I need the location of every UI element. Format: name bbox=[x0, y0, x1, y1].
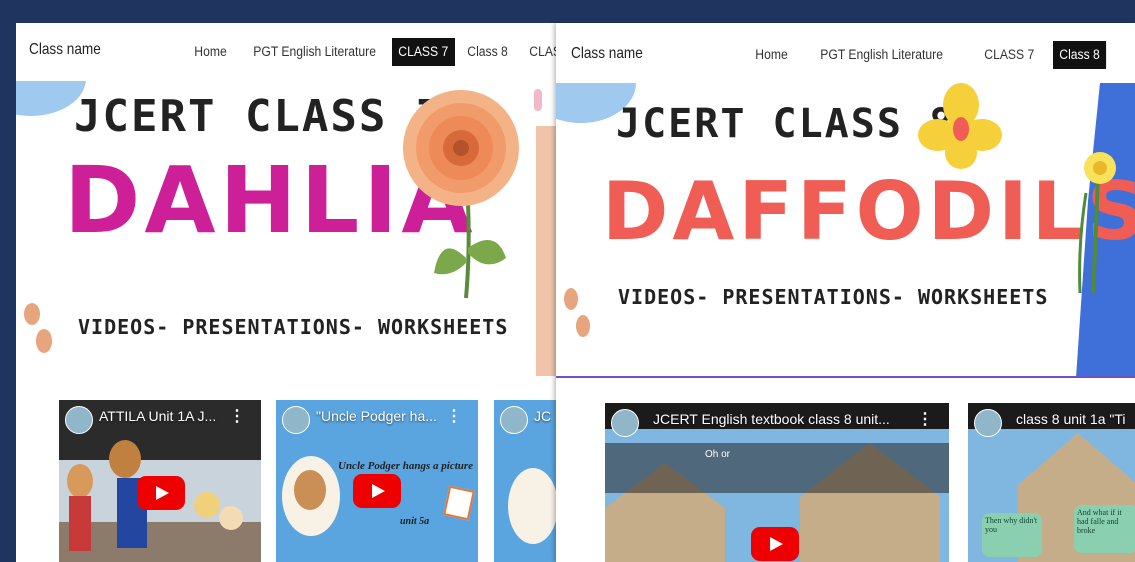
nav-pgt-english-literature[interactable]: PGT English Literature bbox=[247, 38, 382, 66]
daffodil-bunch-icon bbox=[1078, 152, 1116, 293]
tree-trunk-decoration bbox=[536, 126, 556, 376]
dahlia-flower-icon bbox=[403, 90, 519, 299]
video-title[interactable]: JCERT English textbook class 8 unit... bbox=[653, 411, 890, 427]
play-button-icon[interactable] bbox=[353, 474, 401, 508]
right-page-screenshot: Class name Home PGT English Literature C… bbox=[556, 23, 1135, 562]
video-title[interactable]: JC bbox=[534, 408, 551, 424]
channel-avatar[interactable] bbox=[500, 406, 528, 434]
banner-image[interactable]: JCERT CLASS 8 DAFFODILS VIDEOS- PRESENTA… bbox=[556, 83, 1135, 378]
paw-print-decoration bbox=[564, 288, 578, 310]
video-card[interactable]: Oh or JCERT English textbook class 8 uni… bbox=[605, 403, 949, 562]
nav-home[interactable]: Home bbox=[749, 41, 794, 69]
play-button-icon[interactable] bbox=[137, 476, 185, 510]
more-options-icon[interactable]: ⋮ bbox=[229, 406, 245, 426]
video-overlay bbox=[605, 443, 949, 493]
speech-bubble: Then why didn't you bbox=[982, 513, 1042, 557]
video-card[interactable]: JC bbox=[494, 400, 556, 562]
cartoon-character bbox=[219, 506, 243, 530]
cartoon-character bbox=[69, 496, 91, 551]
nav-class-7[interactable]: CLASS 7 bbox=[978, 41, 1041, 69]
more-options-icon[interactable]: ⋮ bbox=[917, 409, 933, 429]
nav-class-7[interactable]: CLASS 7 bbox=[392, 38, 455, 66]
left-page-screenshot: Class name Home PGT English Literature C… bbox=[16, 23, 556, 562]
nav-pgt-english-literature[interactable]: PGT English Literature bbox=[814, 41, 949, 69]
cartoon-character bbox=[194, 492, 220, 518]
more-options-icon[interactable]: ⋮ bbox=[446, 406, 462, 426]
nav-home[interactable]: Home bbox=[188, 38, 233, 66]
video-caption-unit: unit 5a bbox=[400, 516, 430, 527]
channel-avatar[interactable] bbox=[282, 406, 310, 434]
character-face bbox=[294, 470, 326, 510]
nav-class-8[interactable]: Class 8 bbox=[1053, 41, 1107, 69]
banner-image[interactable]: JCERT CLASS 7 DAHLIA VIDEOS- PRESENTATIO… bbox=[16, 81, 556, 376]
cartoon-character bbox=[109, 440, 141, 478]
daffodil-flower-icon bbox=[918, 83, 1002, 169]
banner-tagline: VIDEOS- PRESENTATIONS- WORKSHEETS bbox=[618, 285, 1049, 309]
navbar: Class name Home PGT English Literature C… bbox=[556, 23, 1135, 83]
play-button-icon[interactable] bbox=[751, 527, 799, 561]
nav-class-overflow[interactable]: CLASS bbox=[523, 38, 556, 66]
channel-avatar[interactable] bbox=[611, 409, 639, 437]
banner-tagline: VIDEOS- PRESENTATIONS- WORKSHEETS bbox=[78, 315, 509, 339]
video-card[interactable]: Then why didn't you And what if it had f… bbox=[968, 403, 1135, 562]
speech-bubble: And what if it had falle and broke bbox=[1074, 505, 1135, 553]
video-section: Oh or JCERT English textbook class 8 uni… bbox=[556, 378, 1135, 562]
video-title[interactable]: ATTILA Unit 1A J... bbox=[99, 408, 216, 424]
video-title[interactable]: "Uncle Podger ha... bbox=[316, 408, 437, 424]
video-card[interactable]: Uncle Podger hangs a picture unit 5a "Un… bbox=[276, 400, 478, 562]
channel-avatar[interactable] bbox=[974, 409, 1002, 437]
video-caption: Oh or bbox=[705, 449, 731, 460]
picture-frame-icon bbox=[443, 485, 475, 521]
paw-print-decoration bbox=[36, 329, 52, 353]
banner-subtitle: JCERT CLASS 8 bbox=[616, 101, 956, 147]
channel-avatar[interactable] bbox=[65, 406, 93, 434]
character-portrait bbox=[508, 468, 556, 544]
site-brand[interactable]: Class name bbox=[571, 45, 643, 63]
video-title[interactable]: class 8 unit 1a "Ti bbox=[1016, 411, 1126, 427]
navbar: Class name Home PGT English Literature C… bbox=[16, 23, 556, 81]
video-caption: Uncle Podger hangs a picture bbox=[338, 460, 474, 472]
paw-print-decoration bbox=[576, 315, 590, 337]
paw-print-decoration bbox=[24, 303, 40, 325]
video-card[interactable]: ATTILA Unit 1A J... ⋮ bbox=[59, 400, 261, 562]
video-section: ATTILA Unit 1A J... ⋮ Uncle Podger hangs… bbox=[16, 376, 556, 562]
cartoon-character bbox=[67, 464, 93, 498]
site-brand[interactable]: Class name bbox=[29, 41, 101, 59]
banner-title: DAFFODILS bbox=[602, 165, 1135, 258]
nav-class-8[interactable]: Class 8 bbox=[461, 38, 514, 66]
